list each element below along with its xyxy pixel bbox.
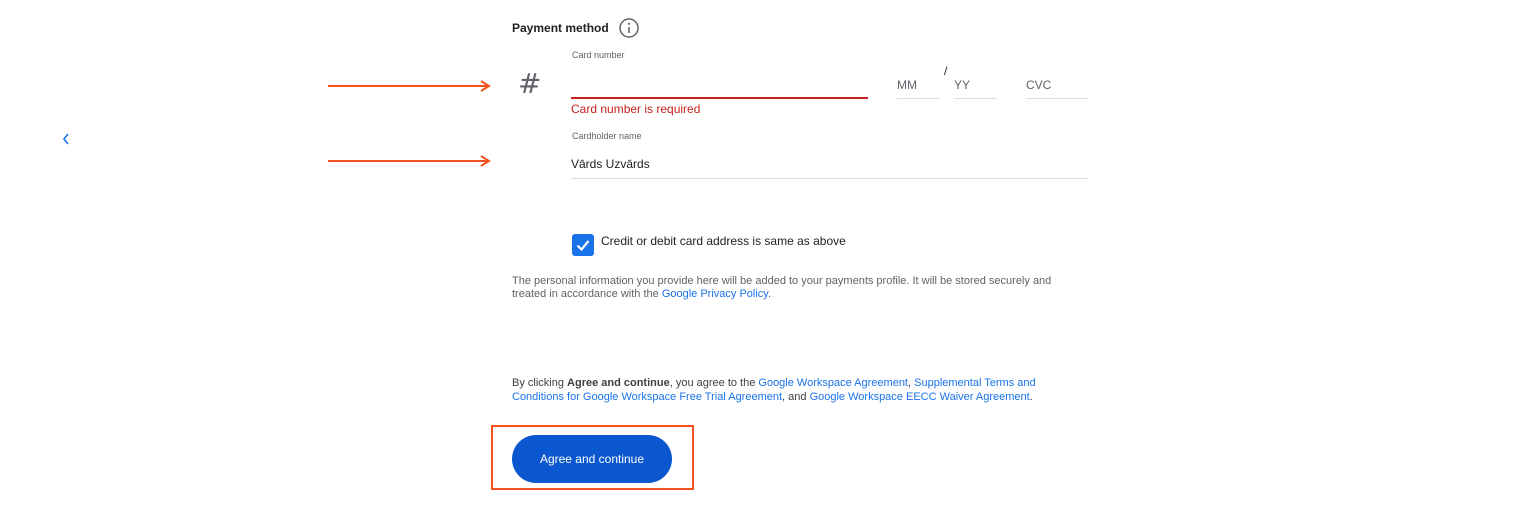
card-number-error: Card number is required [571, 102, 701, 116]
cvc-input[interactable] [1026, 72, 1088, 99]
terms-notice: By clicking Agree and continue, you agre… [512, 376, 1072, 404]
card-number-input[interactable] [571, 70, 868, 99]
checkout-page: Payment method # Card number Card number… [0, 0, 1536, 509]
annotation-arrow-cardholder [328, 155, 491, 167]
eecc-waiver-link[interactable]: Google Workspace EECC Waiver Agreement [810, 391, 1030, 403]
privacy-policy-link[interactable]: Google Privacy Policy [662, 288, 768, 300]
terms-end: . [1029, 391, 1033, 403]
privacy-notice: The personal information you provide her… [512, 275, 1072, 301]
payment-method-header: Payment method [512, 17, 640, 39]
privacy-text-end: . [767, 288, 772, 300]
checkmark-icon [576, 240, 590, 252]
terms-sep2: , and [782, 391, 810, 403]
workspace-agreement-link[interactable]: Google Workspace Agreement [758, 377, 908, 389]
expiry-month-input[interactable] [897, 72, 940, 99]
card-number-label: Card number [572, 50, 625, 60]
privacy-text: The personal information you provide her… [512, 275, 1052, 300]
info-icon[interactable] [618, 17, 640, 39]
same-address-label: Credit or debit card address is same as … [601, 234, 846, 248]
payment-method-title: Payment method [512, 21, 609, 35]
card-number-icon: # [518, 67, 542, 100]
terms-prefix: By clicking [512, 377, 568, 389]
agree-and-continue-button[interactable]: Agree and continue [512, 435, 672, 483]
annotation-arrow-card-number [328, 80, 491, 92]
chevron-left-icon [62, 133, 69, 145]
terms-bold: Agree and continue [567, 377, 670, 389]
cardholder-name-label: Cardholder name [572, 131, 642, 141]
expiry-separator: / [944, 64, 948, 78]
cardholder-name-input[interactable] [571, 150, 1088, 179]
back-button[interactable] [56, 128, 76, 150]
same-address-checkbox[interactable] [572, 234, 594, 256]
terms-mid: , you agree to the [669, 377, 759, 389]
expiry-year-input[interactable] [954, 72, 997, 99]
